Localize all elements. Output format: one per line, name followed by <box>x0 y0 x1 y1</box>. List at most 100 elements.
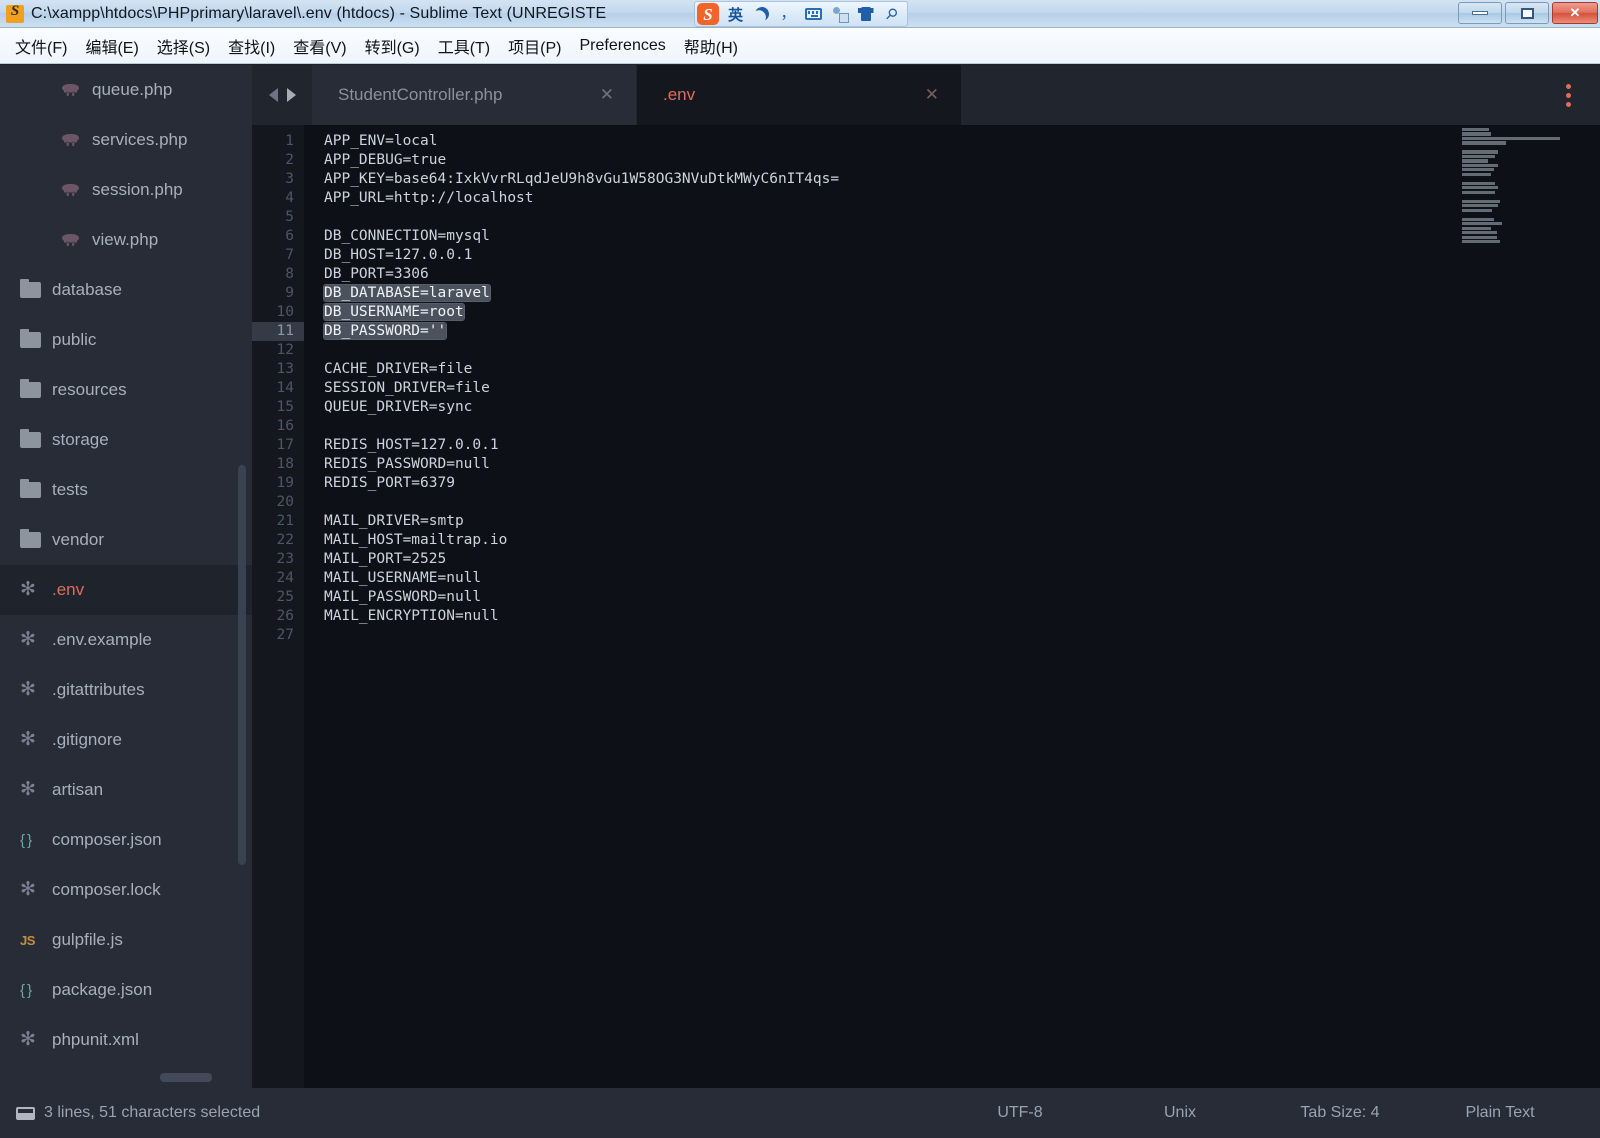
sidebar-item-vendor[interactable]: vendor <box>0 515 252 565</box>
sidebar-item-artisan[interactable]: ✻artisan <box>0 765 252 815</box>
code-line[interactable]: 15QUEUE_DRIVER=sync <box>252 398 1600 417</box>
minimize-button[interactable] <box>1458 2 1502 24</box>
code-line[interactable]: 12 <box>252 341 1600 360</box>
code-line[interactable]: 4APP_URL=http://localhost <box>252 189 1600 208</box>
sidebar-file-tree[interactable]: queue.phpservices.phpsession.phpview.php… <box>0 65 252 1088</box>
sidebar-item-view-php[interactable]: view.php <box>0 215 252 265</box>
tab-overflow-menu-icon[interactable] <box>1548 65 1588 125</box>
code-line[interactable]: 8DB_PORT=3306 <box>252 265 1600 284</box>
sidebar-item-public[interactable]: public <box>0 315 252 365</box>
menu-selection[interactable]: 选择(S) <box>148 30 219 62</box>
sidebar-item-resources[interactable]: resources <box>0 365 252 415</box>
code-line[interactable]: 25MAIL_PASSWORD=null <box>252 588 1600 607</box>
keyboard-icon[interactable] <box>802 3 825 26</box>
workspace: queue.phpservices.phpsession.phpview.php… <box>0 65 1600 1088</box>
code-line[interactable]: 21MAIL_DRIVER=smtp <box>252 512 1600 531</box>
wrench-icon[interactable]: ⚲ <box>880 3 903 26</box>
sidebar-item-phpunit-xml[interactable]: ✻phpunit.xml <box>0 1015 252 1065</box>
sidebar-item-composer-lock[interactable]: ✻composer.lock <box>0 865 252 915</box>
code-line[interactable]: 20 <box>252 493 1600 512</box>
code-line[interactable]: 1APP_ENV=local <box>252 132 1600 151</box>
code-line[interactable]: 13CACHE_DRIVER=file <box>252 360 1600 379</box>
code-line[interactable]: 7DB_HOST=127.0.0.1 <box>252 246 1600 265</box>
sidebar-item-gitattributes[interactable]: ✻.gitattributes <box>0 665 252 715</box>
menu-help[interactable]: 帮助(H) <box>675 30 747 62</box>
code-editor[interactable]: 1APP_ENV=local2APP_DEBUG=true3APP_KEY=ba… <box>252 125 1600 1088</box>
menu-edit[interactable]: 编辑(E) <box>76 30 147 62</box>
sidebar-item-tests[interactable]: tests <box>0 465 252 515</box>
sidebar-item-composer-json[interactable]: { }composer.json <box>0 815 252 865</box>
menu-file[interactable]: 文件(F) <box>6 30 76 62</box>
menu-find[interactable]: 查找(I) <box>219 30 284 62</box>
moon-icon[interactable] <box>750 3 773 26</box>
code-line[interactable]: 6DB_CONNECTION=mysql <box>252 227 1600 246</box>
code-line[interactable]: 23MAIL_PORT=2525 <box>252 550 1600 569</box>
status-line-endings[interactable]: Unix <box>1100 1104 1260 1122</box>
line-text: APP_DEBUG=true <box>304 151 446 170</box>
tab-studentcontroller-php[interactable]: StudentController.php ✕ <box>312 65 636 125</box>
line-number: 19 <box>252 474 304 493</box>
comma-icon[interactable]: ， <box>776 3 799 26</box>
code-line[interactable]: 27 <box>252 626 1600 645</box>
status-encoding[interactable]: UTF-8 <box>940 1104 1100 1122</box>
sidebar-item-label: .gitattributes <box>52 680 145 700</box>
sidebar-item-gulpfile-js[interactable]: JSgulpfile.js <box>0 915 252 965</box>
code-line[interactable]: 26MAIL_ENCRYPTION=null <box>252 607 1600 626</box>
sidebar-horizontal-scrollbar[interactable] <box>160 1073 212 1082</box>
code-line[interactable]: 22MAIL_HOST=mailtrap.io <box>252 531 1600 550</box>
code-line[interactable]: 2APP_DEBUG=true <box>252 151 1600 170</box>
ime-language-mode-button[interactable]: 英 <box>724 3 747 26</box>
line-text: DB_CONNECTION=mysql <box>304 227 490 246</box>
status-tab-size[interactable]: Tab Size: 4 <box>1260 1104 1420 1122</box>
code-line[interactable]: 18REDIS_PASSWORD=null <box>252 455 1600 474</box>
sidebar-item-database[interactable]: database <box>0 265 252 315</box>
editor-minimap[interactable] <box>1462 125 1572 1088</box>
tab-next-arrow-icon[interactable] <box>287 88 296 102</box>
sidebar-item-storage[interactable]: storage <box>0 415 252 465</box>
sidebar-item-env-example[interactable]: ✻.env.example <box>0 615 252 665</box>
code-line[interactable]: 5 <box>252 208 1600 227</box>
sidebar-item-queue-php[interactable]: queue.php <box>0 65 252 115</box>
shirt-icon[interactable] <box>854 3 877 26</box>
sidebar-vertical-scrollbar[interactable] <box>238 465 246 865</box>
code-line[interactable]: 16 <box>252 417 1600 436</box>
code-line[interactable]: 24MAIL_USERNAME=null <box>252 569 1600 588</box>
restore-button[interactable] <box>1505 2 1549 24</box>
tab-prev-arrow-icon[interactable] <box>269 88 278 102</box>
menu-preferences[interactable]: Preferences <box>570 33 674 59</box>
code-line[interactable]: 19REDIS_PORT=6379 <box>252 474 1600 493</box>
code-line[interactable]: 10DB_USERNAME=root <box>252 303 1600 322</box>
sidebar-item-label: public <box>52 330 96 350</box>
code-line[interactable]: 3APP_KEY=base64:IxkVvrRLqdJeU9h8vGu1W58O… <box>252 170 1600 189</box>
code-line[interactable]: 11DB_PASSWORD='' <box>252 322 1600 341</box>
sidebar-item-label: storage <box>52 430 109 450</box>
sidebar-item-session-php[interactable]: session.php <box>0 165 252 215</box>
asterisk-icon: ✻ <box>20 632 46 649</box>
line-number: 23 <box>252 550 304 569</box>
menu-project[interactable]: 项目(P) <box>499 30 570 62</box>
code-line[interactable]: 17REDIS_HOST=127.0.0.1 <box>252 436 1600 455</box>
line-text: DB_USERNAME=root <box>304 303 464 322</box>
menu-view[interactable]: 查看(V) <box>284 30 355 62</box>
line-number: 3 <box>252 170 304 189</box>
tab-label: StudentController.php <box>338 85 502 105</box>
sogou-s-logo-icon[interactable]: S <box>695 2 721 26</box>
minimap-line <box>1462 231 1497 234</box>
close-button[interactable]: ✕ <box>1552 2 1598 24</box>
menu-tools[interactable]: 工具(T) <box>429 30 499 62</box>
status-syntax[interactable]: Plain Text <box>1420 1104 1580 1122</box>
line-text: DB_PASSWORD='' <box>304 322 446 341</box>
tab-close-icon[interactable]: ✕ <box>925 85 939 105</box>
code-line[interactable]: 14SESSION_DRIVER=file <box>252 379 1600 398</box>
tab-navigation-arrows[interactable] <box>252 65 312 125</box>
sidebar-item-gitignore[interactable]: ✻.gitignore <box>0 715 252 765</box>
tab-env[interactable]: .env✕ <box>637 65 961 125</box>
sidebar-item-env[interactable]: ✻.env <box>0 565 252 615</box>
tab-close-icon[interactable]: ✕ <box>600 85 614 105</box>
sidebar-item-package-json[interactable]: { }package.json <box>0 965 252 1015</box>
code-line[interactable]: 9DB_DATABASE=laravel <box>252 284 1600 303</box>
sogou-ime-toolbar[interactable]: S 英 ， ⚲ <box>694 1 908 27</box>
sidebar-item-services-php[interactable]: services.php <box>0 115 252 165</box>
person-icon[interactable] <box>828 3 851 26</box>
menu-goto[interactable]: 转到(G) <box>356 30 429 62</box>
